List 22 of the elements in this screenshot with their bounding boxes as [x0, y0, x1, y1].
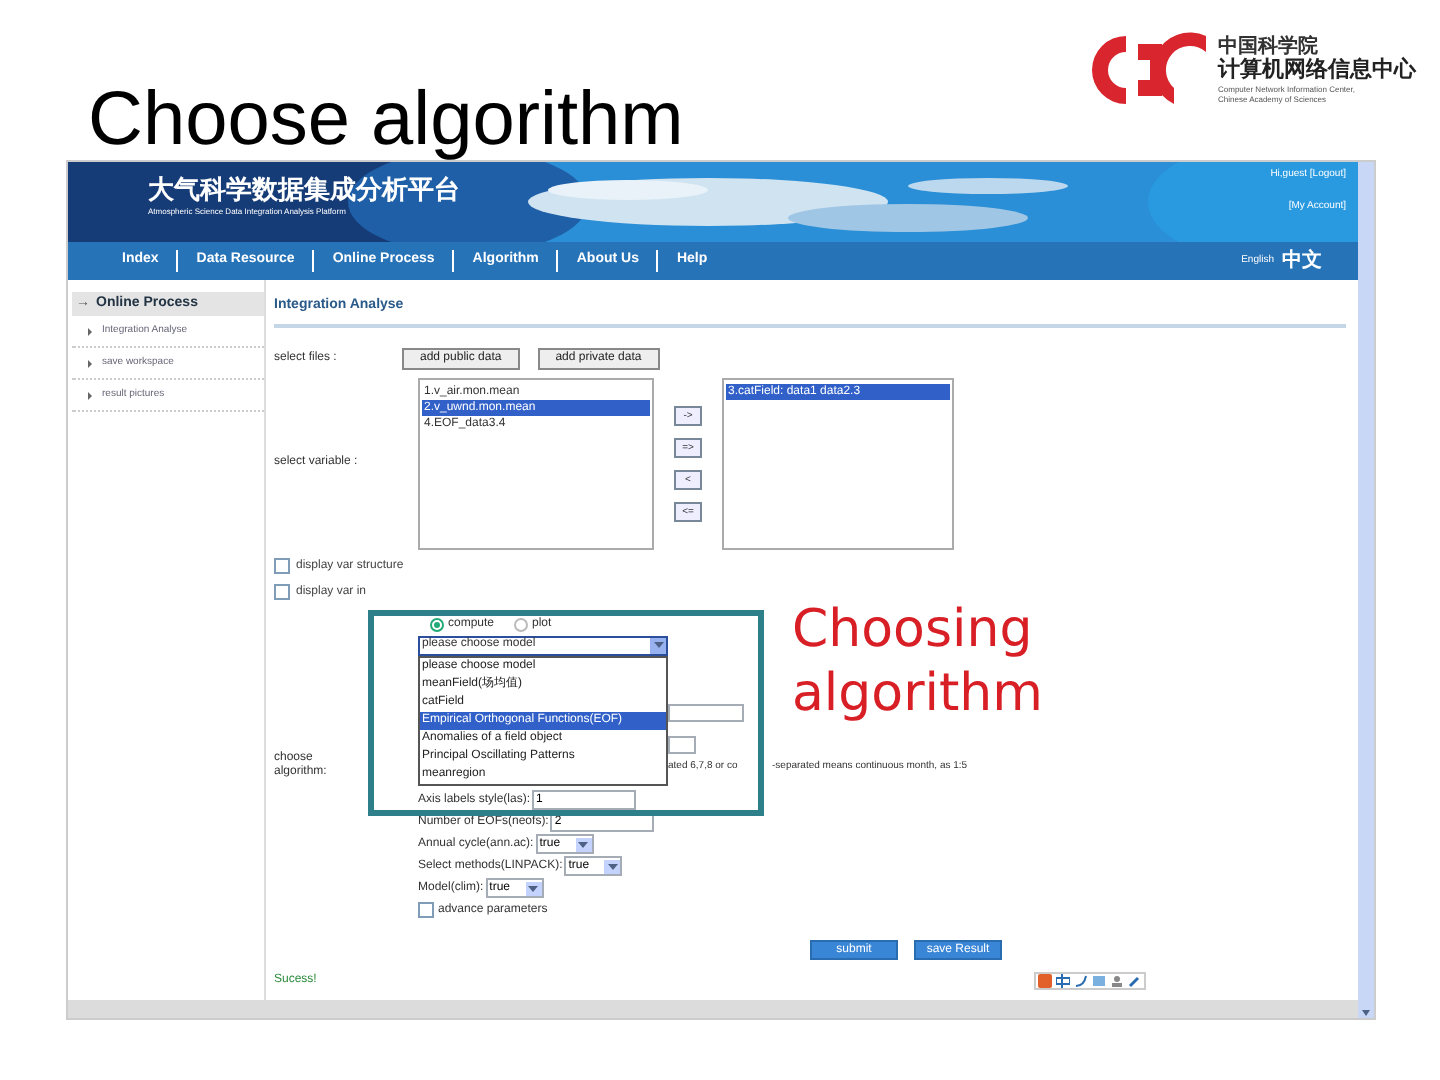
input-field[interactable] — [668, 735, 696, 753]
checkbox[interactable] — [274, 584, 290, 600]
language-link[interactable]: 中文 — [1282, 246, 1322, 276]
checkbox[interactable] — [274, 558, 290, 574]
org-name: 中国科学院 — [1218, 36, 1318, 58]
dropdown-icon — [650, 637, 666, 653]
toolbar-icon[interactable] — [1110, 973, 1124, 987]
platform-title: 大气科学数据集成分析平台 — [148, 176, 460, 206]
dropdown-icon — [575, 837, 592, 851]
input-field[interactable] — [668, 703, 744, 721]
radio-button[interactable] — [514, 617, 529, 631]
annotation-text: algorithm — [792, 662, 1043, 726]
toolbar-icon[interactable] — [1056, 973, 1070, 987]
toolbar-icon[interactable] — [1038, 973, 1052, 987]
center-name: 计算机网络信息中心 — [1218, 58, 1416, 84]
scroll-down-icon[interactable] — [1360, 1006, 1372, 1018]
annotation-text: Choosing — [792, 598, 1035, 662]
checkbox[interactable] — [418, 902, 434, 918]
radio-button[interactable] — [430, 617, 444, 631]
dropdown-icon — [525, 881, 542, 895]
slide-title: Choose algorithm — [88, 80, 684, 160]
dropdown-icon — [604, 859, 621, 873]
